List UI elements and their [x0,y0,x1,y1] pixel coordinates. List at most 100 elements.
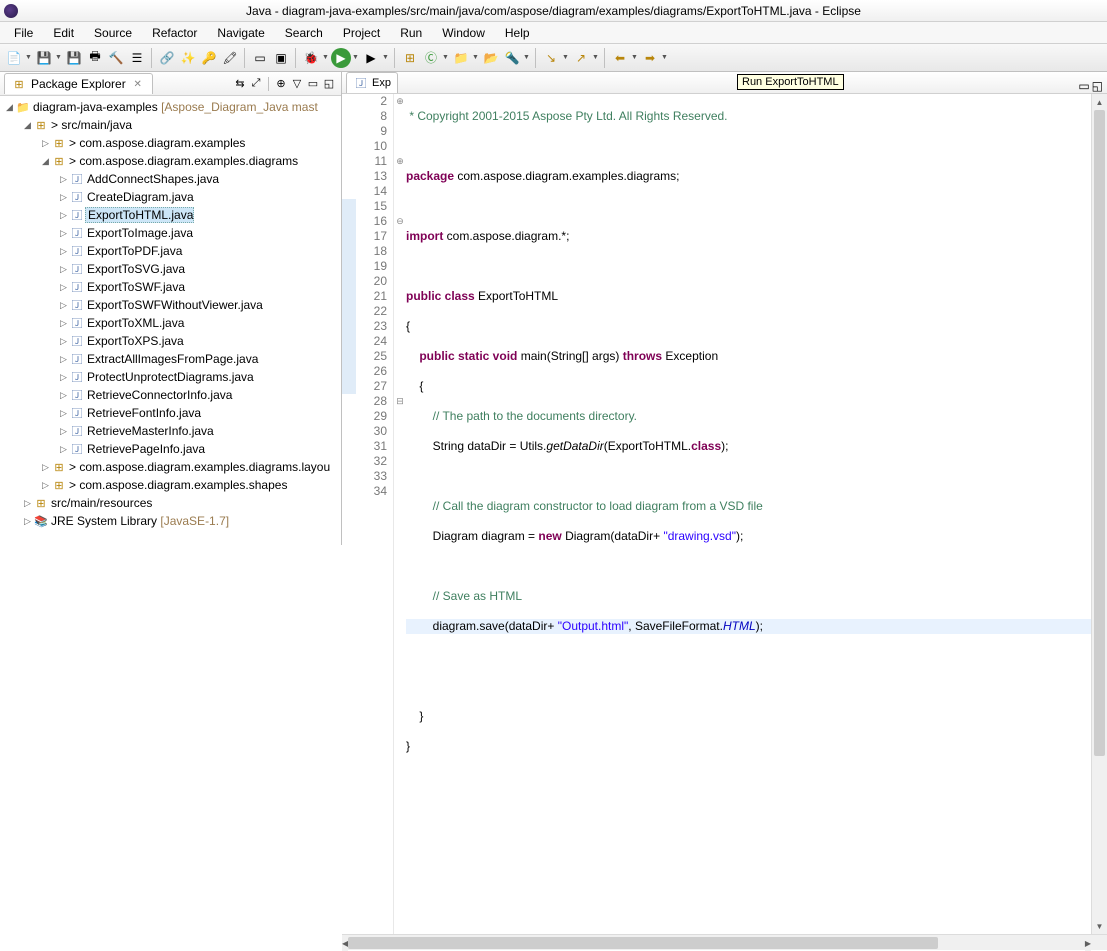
run-last-button[interactable]: ▶ [361,48,381,68]
open-type-button[interactable]: 📂 [481,48,501,68]
chevron-down-icon[interactable]: ▼ [352,54,360,61]
package-tree[interactable]: ◢📁diagram-java-examples [Aspose_Diagram_… [0,96,341,545]
menu-project[interactable]: Project [333,24,390,42]
src-folder-label: src/main/java [61,118,132,132]
package-icon: ⊞ [51,135,67,151]
chevron-down-icon[interactable]: ▼ [661,54,669,61]
tree-file[interactable]: ▷🄹ExportToSWF.java [0,278,341,296]
menu-window[interactable]: Window [432,24,495,42]
tree-file[interactable]: ▷🄹AddConnectShapes.java [0,170,341,188]
chevron-down-icon[interactable]: ▼ [472,54,480,61]
close-icon[interactable]: ✕ [130,76,146,92]
java-file-icon: 🄹 [69,441,85,457]
chevron-down-icon[interactable]: ▼ [25,54,33,61]
editor-area: 🄹 Exp Run ExportToHTML ▭ ◱ 2891011131415… [342,72,1107,545]
view-menu-button[interactable]: ▽ [289,76,305,92]
pkg4-label: com.aspose.diagram.examples.shapes [79,478,287,492]
highlight-button[interactable]: 🖍 [220,48,240,68]
maximize-button[interactable]: ◱ [321,76,337,92]
editor-tab[interactable]: 🄹 Exp [346,72,398,93]
menu-run[interactable]: Run [390,24,432,42]
fold-column[interactable]: ⊕⊕⊖⊟ [394,94,406,934]
outline-button[interactable]: ▭ [250,48,270,68]
code-editor[interactable]: 2891011131415161718192021222324252627282… [342,94,1107,934]
print-button[interactable]: 🖶 [85,48,105,68]
back-button[interactable]: ⬅ [610,48,630,68]
run-button[interactable]: ▶ [331,48,351,68]
chevron-down-icon[interactable]: ▼ [523,54,531,61]
next-annotation-button[interactable]: ↘ [541,48,561,68]
menu-edit[interactable]: Edit [43,24,84,42]
collapse-all-button[interactable]: ⇆ [232,76,248,92]
tree-file[interactable]: ▷🄹ExportToImage.java [0,224,341,242]
minimize-button[interactable]: ▭ [305,76,321,92]
java-file-icon: 🄹 [69,189,85,205]
debug-button[interactable]: 🐞 [301,48,321,68]
menu-refactor[interactable]: Refactor [142,24,207,42]
jre-decoration: [JavaSE-1.7] [160,514,229,528]
tree-file[interactable]: ▷🄹CreateDiagram.java [0,188,341,206]
line-numbers: 2891011131415161718192021222324252627282… [356,94,394,934]
menu-file[interactable]: File [4,24,43,42]
eclipse-logo-icon [4,4,18,18]
menu-source[interactable]: Source [84,24,142,42]
search-button[interactable]: 🔦 [502,48,522,68]
menu-navigate[interactable]: Navigate [207,24,274,42]
project-decoration: [Aspose_Diagram_Java mast [161,100,318,114]
save-all-button[interactable]: 💾 [64,48,84,68]
chevron-down-icon[interactable]: ▼ [322,54,330,61]
java-file-icon: 🄹 [69,333,85,349]
tree-file[interactable]: ▷🄹RetrieveMasterInfo.java [0,422,341,440]
maximize-editor-button[interactable]: ◱ [1092,79,1103,93]
link-editor-button[interactable]: ⤢ [248,76,264,92]
menu-search[interactable]: Search [275,24,333,42]
link-button[interactable]: 🔗 [157,48,177,68]
chevron-down-icon[interactable]: ▼ [382,54,390,61]
prev-annotation-button[interactable]: ↗ [571,48,591,68]
tree-file[interactable]: ▷🄹ExtractAllImagesFromPage.java [0,350,341,368]
java-file-icon: 🄹 [69,243,85,259]
pkg2-label: com.aspose.diagram.examples.diagrams [79,154,298,168]
java-file-icon: 🄹 [353,75,369,91]
java-file-icon: 🄹 [69,315,85,331]
chevron-down-icon[interactable]: ▼ [442,54,450,61]
horizontal-scrollbar[interactable]: ◀ ▶ [342,934,1107,950]
console-button[interactable]: ▣ [271,48,291,68]
tree-file[interactable]: ▷🄹RetrieveFontInfo.java [0,404,341,422]
tree-file[interactable]: ▷🄹ExportToXPS.java [0,332,341,350]
chevron-down-icon[interactable]: ▼ [55,54,63,61]
chevron-down-icon[interactable]: ▼ [631,54,639,61]
tree-file[interactable]: ▷🄹ExportToXML.java [0,314,341,332]
code-content[interactable]: * Copyright 2001-2015 Aspose Pty Ltd. Al… [406,94,1091,934]
toggle-button[interactable]: ☰ [127,48,147,68]
build-button[interactable]: 🔨 [106,48,126,68]
chevron-down-icon[interactable]: ▼ [562,54,570,61]
menu-help[interactable]: Help [495,24,540,42]
minimize-editor-button[interactable]: ▭ [1078,79,1089,93]
project-label: diagram-java-examples [33,100,158,114]
save-button[interactable]: 💾 [34,48,54,68]
tree-file[interactable]: ▷🄹ExportToPDF.java [0,242,341,260]
vertical-scrollbar[interactable]: ▲ ▼ [1091,94,1107,934]
new-folder-button[interactable]: 📁 [451,48,471,68]
new-class-button[interactable]: Ⓒ [421,48,441,68]
key-button[interactable]: 🔑 [199,48,219,68]
jre-label: JRE System Library [51,514,157,528]
tree-file[interactable]: ▷🄹ExportToHTML.java [0,206,341,224]
wand-button[interactable]: ✨ [178,48,198,68]
package-explorer-view: ⊞ Package Explorer ✕ ⇆ ⤢ ⊕ ▽ ▭ ◱ ◢📁diagr… [0,72,342,545]
forward-button[interactable]: ➡ [640,48,660,68]
pkg3-label: com.aspose.diagram.examples.diagrams.lay… [79,460,330,474]
tree-file[interactable]: ▷🄹RetrievePageInfo.java [0,440,341,458]
scroll-down-button[interactable]: ▼ [1092,918,1107,934]
scroll-up-button[interactable]: ▲ [1092,94,1107,110]
tree-file[interactable]: ▷🄹ExportToSWFWithoutViewer.java [0,296,341,314]
tree-file[interactable]: ▷🄹ProtectUnprotectDiagrams.java [0,368,341,386]
new-button[interactable]: 📄 [4,48,24,68]
new-package-button[interactable]: ⊞ [400,48,420,68]
chevron-down-icon[interactable]: ▼ [592,54,600,61]
explorer-tab[interactable]: ⊞ Package Explorer ✕ [4,73,153,94]
focus-button[interactable]: ⊕ [273,76,289,92]
tree-file[interactable]: ▷🄹ExportToSVG.java [0,260,341,278]
tree-file[interactable]: ▷🄹RetrieveConnectorInfo.java [0,386,341,404]
